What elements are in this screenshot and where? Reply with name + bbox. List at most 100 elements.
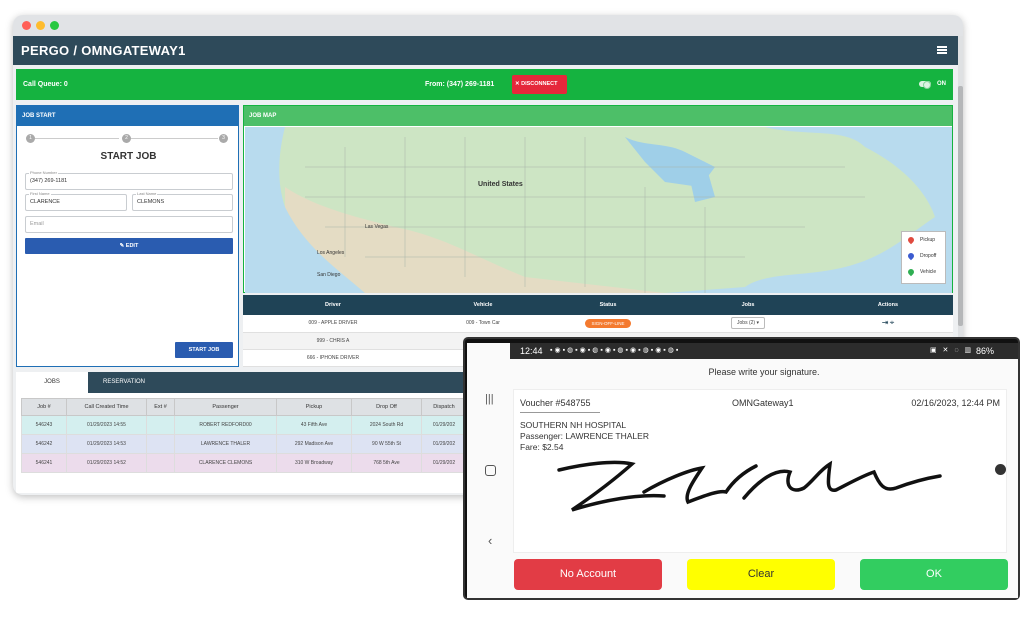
phone-number-value: (347) 269-1181: [30, 178, 68, 184]
tablet-device: ||| ‹ 12:44 ▪◉▪◍▪◉▪◍▪◉▪◍▪◉▪◍▪◉▪◍▪ ▣ ✕ ◌ …: [463, 337, 1020, 600]
first-name-label: First Name: [29, 191, 51, 196]
minimize-window-button[interactable]: [36, 21, 45, 30]
step-3: 3: [219, 134, 228, 143]
column-header: Drop Off: [351, 398, 422, 416]
stepper-line: [34, 138, 119, 139]
stepper-line: [131, 138, 218, 139]
signature-prompt: Please write your signature.: [708, 367, 820, 377]
toggle-label: ON: [937, 81, 946, 87]
no-account-button[interactable]: No Account: [514, 559, 662, 590]
dispatch: 01/29/202: [421, 415, 466, 435]
recent-apps-icon[interactable]: |||: [485, 393, 494, 405]
window-titlebar: [13, 15, 963, 36]
hamburger-menu-icon[interactable]: [937, 46, 947, 54]
job-number: 546241: [21, 453, 67, 473]
tab-reservation[interactable]: RESERVATION: [88, 372, 160, 393]
drop-off: 768 5th Ave: [351, 453, 422, 473]
voucher-datetime: 02/16/2023, 12:44 PM: [911, 398, 1000, 408]
jobs-dropdown[interactable]: Jobs (2) ▾: [731, 317, 765, 330]
column-header: Vehicle: [423, 295, 543, 315]
start-job-button[interactable]: START JOB: [175, 342, 233, 358]
column-header: Pickup: [276, 398, 352, 416]
back-icon[interactable]: ‹: [488, 533, 492, 548]
vehicle-pin-icon: [906, 267, 916, 277]
jobs-dropdown-label: Jobs (2): [737, 320, 756, 327]
edit-button[interactable]: ✎ EDIT: [25, 238, 233, 254]
last-name-field[interactable]: Last Name CLEMONS: [132, 191, 233, 211]
column-header: Jobs: [673, 295, 823, 315]
job-map-header: JOB MAP: [244, 106, 952, 126]
status-bar: 12:44 ▪◉▪◍▪◉▪◍▪◉▪◍▪◉▪◍▪◉▪◍▪ ▣ ✕ ◌ ▥ 86%: [510, 343, 1018, 359]
step-2: 2: [122, 134, 131, 143]
jobs-table: Job # Call Created Time Ext # Passenger …: [21, 398, 466, 473]
ok-button[interactable]: OK: [860, 559, 1008, 590]
login-icon[interactable]: ⇥: [882, 318, 889, 327]
ext-number: [146, 434, 175, 454]
email-placeholder: Email: [30, 221, 44, 227]
scrollbar-thumb[interactable]: [958, 86, 963, 326]
passenger-name: Passenger: LAWRENCE THALER: [520, 431, 649, 441]
ext-number: [146, 415, 175, 435]
disconnect-label: DISCONNECT: [521, 81, 558, 87]
ext-number: [146, 453, 175, 473]
driver-name: 666 - IPHONE DRIVER: [243, 349, 423, 367]
signature-card[interactable]: Voucher #548755 OMNGateway1 02/16/2023, …: [513, 389, 1007, 553]
actions-cell: ⇥ ⌖: [823, 315, 953, 333]
signature-drawing: [557, 460, 942, 512]
table-row[interactable]: 546242 01/29/2023 14:53 LAWRENCE THALER 292…: [21, 434, 466, 454]
map-label-city: Los Angeles: [317, 250, 345, 256]
email-field[interactable]: Email: [25, 216, 233, 233]
drop-off: 2024 South Rd: [351, 415, 422, 435]
notification-icons: ▪◉▪◍▪◉▪◍▪◉▪◍▪◉▪◍▪◉▪◍▪: [550, 347, 681, 354]
disconnect-button[interactable]: ✕ DISCONNECT: [512, 75, 567, 94]
location-pin-icon[interactable]: ⌖: [890, 318, 895, 327]
column-header: Call Created Time: [66, 398, 147, 416]
column-header: Job #: [21, 398, 67, 416]
pickup: 292 Madison Ave: [276, 434, 352, 454]
gateway-name: OMNGateway1: [732, 398, 794, 408]
table-row[interactable]: 546241 01/29/2023 14:52 CLARENCE CLEMONS 31…: [21, 453, 466, 473]
home-icon[interactable]: [485, 465, 496, 476]
column-header: Dispatch: [421, 398, 466, 416]
job-map[interactable]: United States Las Vegas Los Angeles San …: [245, 127, 952, 293]
status-time: 12:44: [520, 346, 543, 356]
phone-number-label: Phone Number: [29, 170, 58, 175]
app-title: PERGO / OMNGATEWAY1: [21, 43, 186, 58]
map-legend: Pickup Dropoff Vehicle: [901, 231, 946, 284]
first-name-field[interactable]: First Name CLARENCE: [25, 191, 127, 211]
last-name-value: CLEMONS: [137, 199, 165, 205]
legend-vehicle: Vehicle: [920, 269, 937, 275]
pickup: 310 W Broadway: [276, 453, 352, 473]
legend-pickup: Pickup: [920, 237, 936, 243]
drop-off: 90 W 55th St: [351, 434, 422, 454]
close-window-button[interactable]: [22, 21, 31, 30]
last-name-label: Last Name: [136, 191, 158, 196]
online-toggle[interactable]: [919, 81, 931, 89]
call-bar: Call Queue: 0 From: (347) 269-1181 ✕ DIS…: [16, 69, 953, 100]
android-nav-bar: ||| ‹: [467, 343, 510, 598]
tab-jobs[interactable]: JOBS: [16, 372, 88, 393]
first-name-value: CLARENCE: [30, 199, 60, 205]
map-label-city: San Diego: [317, 272, 341, 278]
clear-button[interactable]: Clear: [687, 559, 835, 590]
vehicle-name: 009 - Town Car: [423, 315, 543, 333]
pickup-pin-icon: [906, 235, 916, 245]
location-name: SOUTHERN NH HOSPITAL: [520, 420, 627, 430]
step-1: 1: [26, 134, 35, 143]
maximize-window-button[interactable]: [50, 21, 59, 30]
table-row[interactable]: 009 - APPLE DRIVER 009 - Town Car SIGN-O…: [243, 315, 953, 333]
dispatch: 01/29/202: [421, 453, 466, 473]
map-label-city: Las Vegas: [365, 224, 389, 230]
call-queue: Call Queue: 0: [23, 81, 68, 88]
edit-label: EDIT: [125, 243, 139, 249]
app-header: PERGO / OMNGATEWAY1: [13, 36, 958, 65]
phone-number-field[interactable]: Phone Number (347) 269-1181: [25, 170, 233, 190]
passenger: CLARENCE CLEMONS: [174, 453, 277, 473]
job-number: 546243: [21, 415, 67, 435]
job-start-panel: JOB START 1 2 3 START JOB Phone Number (3…: [16, 105, 239, 367]
table-row[interactable]: 546243 01/29/2023 14:55 ROBERT REDFORD00 43…: [21, 415, 466, 435]
map-graphic: [245, 127, 952, 293]
voucher-number: Voucher #548755: [520, 398, 591, 408]
divider: [520, 412, 600, 413]
jobs-panel: Job # Call Created Time Ext # Passenger …: [16, 393, 466, 493]
